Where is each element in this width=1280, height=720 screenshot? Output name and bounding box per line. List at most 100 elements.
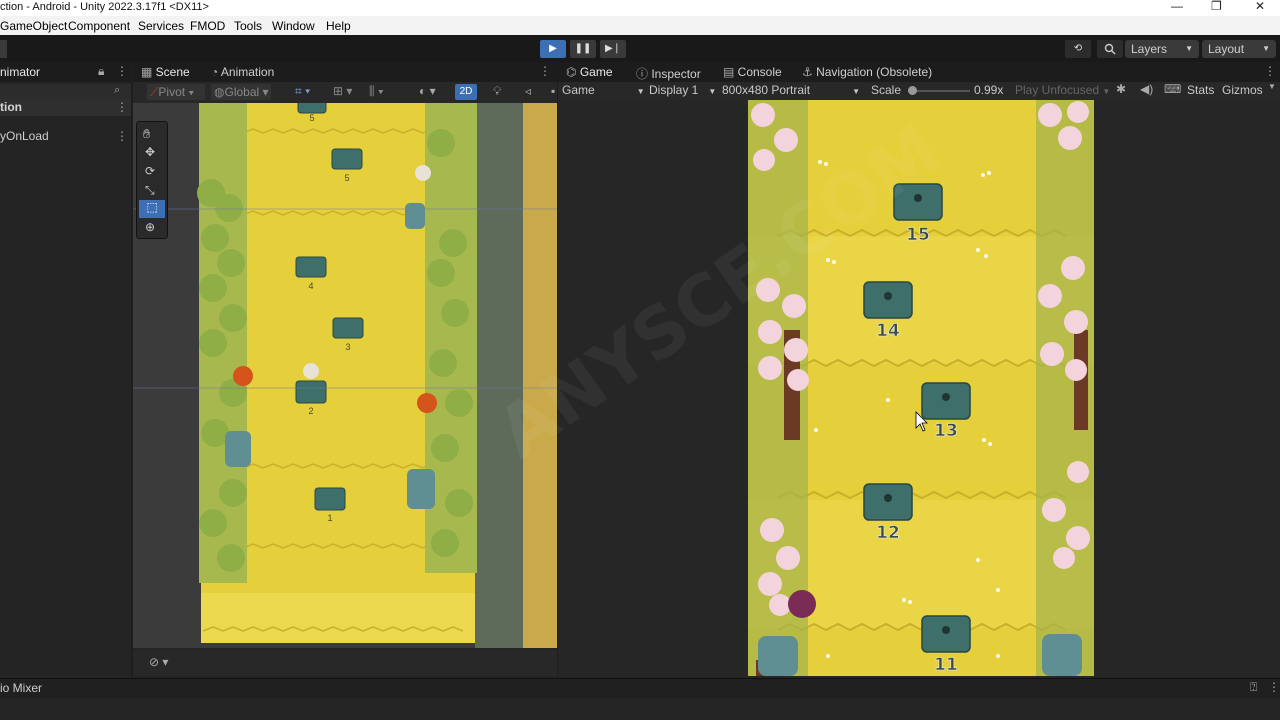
scene-enemy-sprite — [417, 393, 437, 413]
tab-animator[interactable]: nimator — [0, 65, 40, 79]
tab-game[interactable]: ⌬ Game — [566, 65, 613, 79]
game-level-number: 14 — [876, 321, 900, 341]
scene-viewport[interactable]: 5 5 4 3 2 1 ✋︎ ✥ ⟳ ⤡ ⬚ ⊕ — [133, 103, 557, 648]
display-dropdown[interactable]: Display 1 ▼ — [649, 83, 716, 97]
toolbar-edge-button[interactable] — [0, 40, 7, 58]
layout-dropdown[interactable]: Layout ▼ — [1202, 40, 1276, 58]
search-button[interactable] — [1097, 40, 1123, 58]
minimize-button[interactable]: — — [1171, 0, 1183, 13]
tab-navigation[interactable]: ⚓︎ Navigation (Obsolete) — [802, 65, 932, 79]
scene-level-number: 2 — [308, 406, 313, 416]
lighting-icon[interactable]: 💡︎ — [493, 84, 501, 99]
snap-increment-icon[interactable]: ⫼ ▾ — [369, 84, 384, 99]
game-tabstrip: ⌬ Game ⓘ Inspector ▤ Console ⚓︎ Navigati… — [558, 62, 1280, 82]
more-options-icon[interactable]: ⋮ — [1268, 680, 1280, 694]
step-button[interactable]: ▶❘ — [600, 40, 626, 58]
speaker-icon[interactable]: ◀︎) — [1140, 82, 1153, 96]
scene-left-bushes — [197, 103, 247, 583]
scene-level-number: 3 — [345, 342, 350, 352]
game-viewport[interactable]: 15 14 13 12 11 — [558, 100, 1280, 676]
window-title-bar: ction - Android - Unity 2022.3.17f1 <DX1… — [0, 0, 1280, 16]
grid-snap-icon[interactable]: ⌗ ▾ — [295, 84, 310, 99]
tab-console[interactable]: ▤ Console — [723, 65, 782, 79]
hierarchy-search-row[interactable]: ⌕ — [0, 84, 131, 100]
mode-2d-toggle[interactable]: 2D — [455, 84, 477, 100]
lock-icon[interactable]: ⍰ — [1250, 680, 1257, 695]
layers-dropdown[interactable]: Layers ▼ — [1125, 40, 1199, 58]
audio-mixer-content — [0, 698, 1280, 720]
history-icon: ⟲ — [1073, 43, 1083, 54]
shading-mode-icon[interactable]: ◐ ▾ — [419, 84, 436, 98]
scene-skull-sprite — [415, 165, 431, 181]
scale-slider-handle[interactable] — [908, 86, 917, 95]
menu-tools[interactable]: Tools — [234, 19, 262, 33]
tab-animation[interactable]: ◔ Animation — [211, 65, 274, 79]
game-right-trees — [1036, 100, 1094, 676]
scene-statue-sprite — [407, 469, 435, 509]
pivot-toggle[interactable]: ⟋Pivot ▾ — [147, 84, 205, 100]
camera-overlay-icon[interactable]: ⊘ ▾ — [149, 655, 168, 669]
layers-label: Layers — [1131, 42, 1168, 56]
hierarchy-panel: nimator 🔒︎ ⋮ ⌕ tion ⋮ yOnLoad ⋮ — [0, 62, 131, 678]
hierarchy-row[interactable]: yOnLoad ⋮ — [0, 128, 131, 145]
close-button[interactable]: ✕ — [1255, 0, 1265, 13]
menu-help[interactable]: Help — [326, 19, 351, 33]
more-options-icon[interactable]: ⋮ — [116, 64, 128, 78]
main-toolbar: ▶ ❚❚ ▶❘ ⟲ Layers ▼ Layout ▼ — [0, 35, 1280, 62]
lock-icon[interactable]: 🔒︎ — [98, 64, 104, 79]
rect-tool-icon[interactable]: ⬚ — [139, 200, 165, 218]
navigation-icon: ⚓︎ — [802, 65, 817, 79]
game-statue-sprite — [758, 636, 798, 676]
step-icon: ▶❘ — [604, 43, 622, 54]
effects-icon[interactable]: ▪ — [551, 84, 555, 98]
history-button[interactable]: ⟲ — [1065, 40, 1091, 58]
game-canvas: 15 14 13 12 11 — [558, 100, 1280, 676]
more-options-icon[interactable]: ⋮ — [539, 64, 551, 78]
layout-label: Layout — [1208, 42, 1245, 56]
window-title: ction - Android - Unity 2022.3.17f1 <DX1… — [0, 1, 209, 13]
scale-tool-icon[interactable]: ⤡ — [145, 183, 155, 198]
more-options-icon[interactable]: ⋮ — [116, 129, 128, 143]
game-statue-sprite — [1042, 634, 1082, 676]
transform-tool-icon[interactable]: ⊕ — [145, 220, 155, 234]
stats-toggle[interactable]: Stats — [1187, 83, 1214, 97]
game-mode-dropdown[interactable]: Game ▼ — [562, 83, 645, 97]
audio-icon[interactable]: ◃ — [525, 84, 531, 98]
gizmos-dropdown[interactable]: Gizmos — [1222, 83, 1263, 97]
rotate-tool-icon[interactable]: ⟳ — [145, 164, 155, 178]
more-options-icon[interactable]: ⋮ — [116, 100, 128, 114]
grid-icon[interactable]: ⊞ ▾ — [333, 84, 352, 98]
menu-window[interactable]: Window — [272, 19, 315, 33]
play-button[interactable]: ▶ — [540, 40, 566, 58]
maximize-button[interactable]: ❐ — [1211, 0, 1222, 13]
chevron-down-icon: ▼ — [1185, 44, 1193, 53]
global-toggle[interactable]: ◍Global ▾ — [211, 84, 271, 100]
keyboard-icon[interactable]: ⌨︎ — [1164, 82, 1181, 96]
gamepad-icon: ⌬ — [566, 65, 580, 79]
chevron-down-icon[interactable]: ▼ — [1268, 82, 1276, 91]
resolution-dropdown[interactable]: 800x480 Portrait ▼ — [722, 83, 860, 97]
menu-fmod[interactable]: FMOD — [190, 19, 225, 33]
tab-inspector[interactable]: ⓘ Inspector — [636, 65, 701, 82]
menu-services[interactable]: Services — [138, 19, 184, 33]
bug-icon[interactable]: ✱ — [1116, 82, 1126, 96]
scale-value: 0.99x — [974, 83, 1004, 97]
scene-level-number: 4 — [308, 281, 313, 291]
pause-button[interactable]: ❚❚ — [570, 40, 596, 58]
console-icon: ▤ — [723, 65, 738, 79]
play-focus-dropdown[interactable]: Play Unfocused ▼ — [1015, 83, 1110, 97]
hand-tool-icon[interactable]: ✋︎ — [143, 126, 150, 142]
menu-gameobject[interactable]: GameObject — [0, 19, 67, 33]
hierarchy-scene-header[interactable]: tion ⋮ — [0, 99, 131, 116]
menu-component[interactable]: Component — [68, 19, 130, 33]
tab-scene[interactable]: ▦ Scene — [141, 65, 190, 79]
bottom-panel: io Mixer ⍰ ⋮ — [0, 678, 1280, 720]
game-left-trees — [748, 100, 809, 676]
pivot-icon: ⟋ — [150, 85, 159, 99]
move-tool-icon[interactable]: ✥ — [145, 145, 155, 159]
game-level-number: 13 — [934, 421, 958, 441]
scale-slider[interactable] — [908, 86, 970, 95]
tab-audio-mixer[interactable]: io Mixer — [0, 681, 42, 695]
search-icon — [1104, 43, 1116, 55]
more-options-icon[interactable]: ⋮ — [1264, 64, 1276, 78]
